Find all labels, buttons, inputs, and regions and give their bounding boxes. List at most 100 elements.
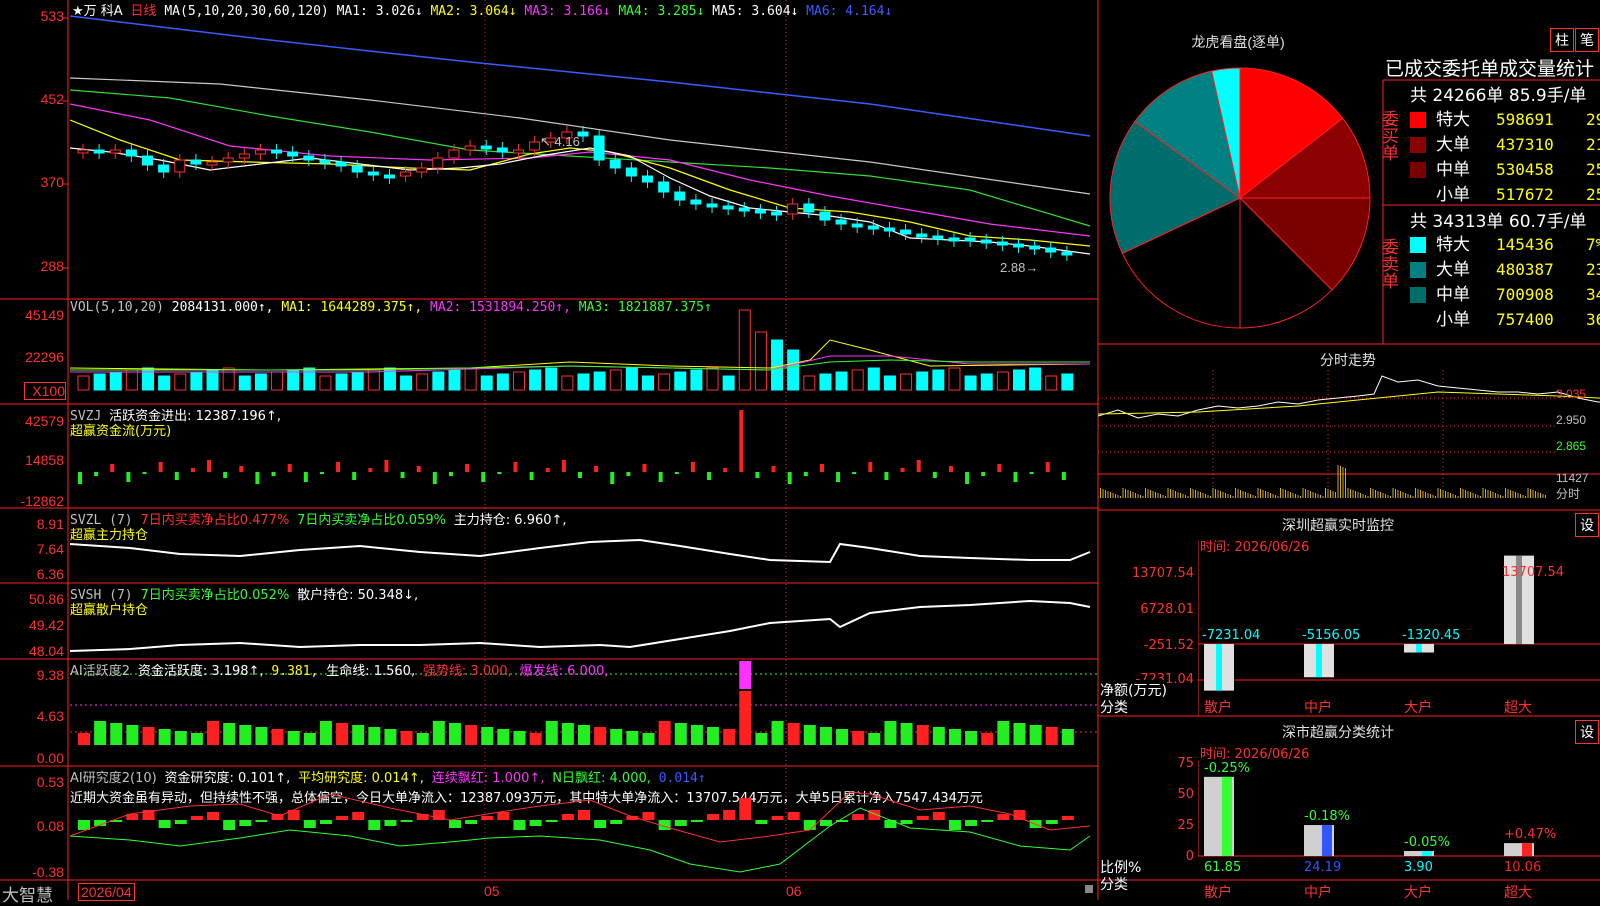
- intraday-price-3: 2.865: [1556, 439, 1586, 453]
- order-pie-chart[interactable]: [1108, 66, 1378, 336]
- volume-bar: [400, 375, 413, 391]
- candle[interactable]: [367, 171, 379, 176]
- monitor-category: 超大: [1504, 700, 1532, 716]
- ai-research-chart[interactable]: [70, 766, 1098, 880]
- lock-icon[interactable]: [1085, 885, 1093, 893]
- fund-flow-bar: [626, 472, 631, 476]
- candle[interactable]: [432, 157, 444, 169]
- candlestick-chart[interactable]: ↖ 4.16 2.88→: [70, 0, 1098, 299]
- svzl-chart[interactable]: [70, 508, 1098, 583]
- research-bar: [674, 820, 687, 826]
- candle[interactable]: [642, 175, 654, 183]
- candle[interactable]: [222, 157, 234, 163]
- candle[interactable]: [1029, 245, 1041, 250]
- candle[interactable]: [400, 171, 412, 177]
- candle[interactable]: [448, 149, 460, 159]
- volume-bar: [174, 373, 187, 391]
- candle[interactable]: [206, 161, 218, 166]
- volume-bar: [142, 367, 155, 391]
- vol-unit-button[interactable]: X100: [24, 382, 66, 400]
- fund-flow-bar: [948, 466, 953, 472]
- candle[interactable]: [948, 237, 960, 242]
- activity-bar: [561, 723, 574, 745]
- tick-view-button[interactable]: 笔: [1575, 28, 1599, 52]
- candle[interactable]: [609, 159, 621, 169]
- candle[interactable]: [754, 209, 766, 214]
- candle[interactable]: [190, 159, 202, 165]
- candle[interactable]: [142, 155, 154, 166]
- candle[interactable]: [690, 199, 702, 205]
- volume-bar: [787, 349, 800, 391]
- candle[interactable]: [916, 233, 928, 238]
- candle[interactable]: [996, 241, 1008, 246]
- fund-flow-bar: [303, 472, 308, 482]
- activity-bar: [319, 721, 332, 745]
- candle[interactable]: [738, 207, 750, 212]
- sz-monitor-settings-button[interactable]: 设: [1575, 513, 1599, 537]
- volume-chart[interactable]: [70, 300, 1098, 404]
- candle[interactable]: [803, 203, 815, 213]
- activity-bar: [674, 723, 687, 745]
- bar-view-button[interactable]: 柱: [1550, 28, 1574, 52]
- svzj-chart[interactable]: [70, 404, 1098, 508]
- candle[interactable]: [1061, 251, 1073, 256]
- volume-bar: [851, 369, 864, 391]
- activity-bar: [432, 721, 445, 745]
- fund-flow-bar: [965, 472, 970, 484]
- activity-bar: [1045, 727, 1058, 745]
- candle[interactable]: [254, 149, 266, 155]
- candle[interactable]: [867, 225, 879, 230]
- candle[interactable]: [512, 149, 524, 154]
- fund-flow-bar: [545, 468, 550, 472]
- candle[interactable]: [1012, 243, 1024, 248]
- candle[interactable]: [496, 147, 508, 153]
- candle[interactable]: [771, 211, 783, 216]
- svsh-y-tick-1: 50.86: [28, 591, 64, 607]
- candle[interactable]: [883, 227, 895, 232]
- candle[interactable]: [416, 167, 428, 173]
- candle[interactable]: [93, 149, 105, 154]
- candle[interactable]: [77, 149, 89, 154]
- ai-active-chart[interactable]: [70, 659, 1098, 766]
- fund-flow-bar: [400, 472, 405, 478]
- candle[interactable]: [658, 181, 670, 193]
- candle[interactable]: [303, 155, 315, 161]
- candle[interactable]: [464, 145, 476, 151]
- candle[interactable]: [174, 159, 186, 173]
- intraday-vol-max: 11427: [1556, 471, 1589, 485]
- candle[interactable]: [1045, 247, 1057, 253]
- candle[interactable]: [674, 191, 686, 201]
- candle[interactable]: [835, 219, 847, 225]
- candle[interactable]: [851, 223, 863, 228]
- candle[interactable]: [900, 229, 912, 235]
- svsh-chart[interactable]: [70, 583, 1098, 659]
- candle[interactable]: [238, 153, 250, 159]
- candle[interactable]: [271, 149, 283, 154]
- candle[interactable]: [964, 237, 976, 242]
- intraday-chart[interactable]: 3.035 2.950 2.865 11427 分时: [1098, 370, 1600, 510]
- candle[interactable]: [706, 203, 718, 208]
- candle[interactable]: [125, 149, 137, 157]
- candle[interactable]: [319, 159, 331, 164]
- candle[interactable]: [109, 149, 121, 154]
- sz-class-settings-button[interactable]: 设: [1575, 720, 1599, 744]
- candle[interactable]: [287, 151, 299, 157]
- activity-bar: [529, 733, 542, 745]
- candle[interactable]: [529, 141, 541, 151]
- candle[interactable]: [593, 135, 605, 161]
- activity-bar: [900, 723, 913, 745]
- candle[interactable]: [383, 174, 395, 179]
- candle[interactable]: [787, 203, 799, 215]
- candle[interactable]: [480, 145, 492, 150]
- order-percent: 7%: [1586, 235, 1600, 254]
- candle[interactable]: [158, 164, 170, 173]
- activity-bar: [626, 731, 639, 745]
- candle[interactable]: [335, 161, 347, 167]
- candle[interactable]: [351, 165, 363, 173]
- candle[interactable]: [625, 167, 637, 177]
- volume-bar: [480, 375, 493, 391]
- candle[interactable]: [722, 205, 734, 210]
- candle[interactable]: [980, 239, 992, 244]
- candle[interactable]: [932, 235, 944, 240]
- candle[interactable]: [819, 211, 831, 221]
